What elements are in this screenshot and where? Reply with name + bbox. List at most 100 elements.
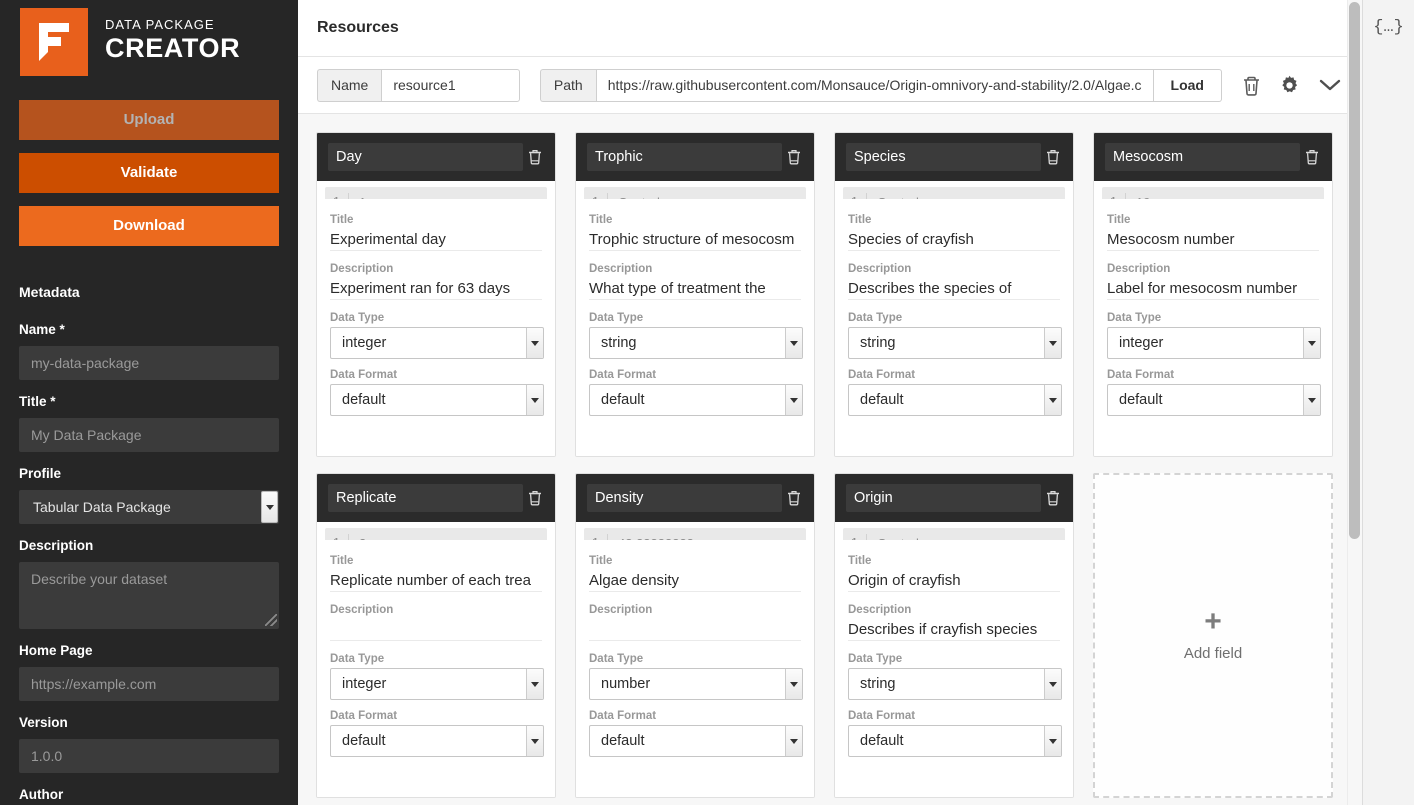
resource-name-input[interactable]: resource1 [381,68,521,102]
field-dataformat-select[interactable]: default [1107,384,1321,416]
field-description-value[interactable] [330,619,542,641]
add-field-label: Add field [1183,645,1243,662]
field-description-value[interactable]: Label for mesocosm number [1107,278,1319,300]
field-datatype-select[interactable]: integer [330,327,544,359]
trash-icon[interactable] [523,149,547,165]
trash-icon[interactable] [1242,75,1261,96]
field-name-input[interactable]: Origin [846,484,1041,512]
package-title-input[interactable] [19,418,279,452]
gear-icon[interactable] [1279,75,1300,96]
field-title-value[interactable]: Experimental day [330,229,542,251]
field-name-input[interactable]: Day [328,143,523,171]
field-dataformat-row: Data Format default [589,707,803,757]
metadata-form: Metadata Name * Title * Profile Tabular … [0,259,298,805]
main-scrollbar[interactable] [1347,0,1362,805]
field-card-body: Title Origin of crayfish Description Descri… [835,540,1073,797]
field-datatype-select[interactable]: string [589,327,803,359]
right-rail: {…} [1362,0,1414,805]
field-title-value[interactable]: Species of crayfish [848,229,1060,251]
field-datatype-select[interactable]: string [848,668,1062,700]
chevron-down-icon[interactable] [526,669,543,699]
field-dataformat-label: Data Format [848,710,916,722]
field-title-row: Title Experimental day [330,211,542,251]
resource-tool-icons [1242,75,1342,96]
package-version-input[interactable] [19,739,279,773]
profile-select[interactable]: Tabular Data Package [19,490,279,524]
field-dataformat-select[interactable]: default [330,384,544,416]
add-field-button[interactable]: + Add field [1093,473,1333,798]
field-datatype-select[interactable]: string [848,327,1062,359]
chevron-down-icon[interactable] [261,491,278,523]
field-title-value[interactable]: Mesocosm number [1107,229,1319,251]
trash-icon[interactable] [782,149,806,165]
trash-icon[interactable] [523,490,547,506]
field-datatype-select[interactable]: integer [330,668,544,700]
field-dataformat-select[interactable]: default [330,725,544,757]
chevron-down-icon[interactable] [1044,385,1061,415]
chevron-down-icon[interactable] [785,385,802,415]
field-dataformat-select[interactable]: default [589,725,803,757]
field-datatype-label: Data Type [330,653,385,665]
chevron-down-icon[interactable] [785,328,802,358]
trash-icon[interactable] [782,490,806,506]
field-title-row: Title Species of crayfish [848,211,1060,251]
upload-button[interactable]: Upload [19,100,279,140]
json-view-toggle-icon[interactable]: {…} [1373,18,1404,805]
field-datatype-row: Data Type number [589,650,803,700]
trash-icon[interactable] [1041,149,1065,165]
field-title-label: Title [330,214,354,226]
field-dataformat-value: default [848,725,1062,757]
chevron-down-icon[interactable] [785,726,802,756]
trash-icon[interactable] [1300,149,1324,165]
field-description-value[interactable] [589,619,801,641]
field-dataformat-value: default [1107,384,1321,416]
chevron-down-icon[interactable] [1318,77,1342,93]
page-title: Resources [317,19,399,36]
chevron-down-icon[interactable] [1303,385,1320,415]
field-dataformat-select[interactable]: default [589,384,803,416]
field-name-input[interactable]: Mesocosm [1105,143,1300,171]
chevron-down-icon[interactable] [1044,328,1061,358]
field-datatype-label: Data Type [330,312,385,324]
chevron-down-icon[interactable] [526,328,543,358]
validate-button[interactable]: Validate [19,153,279,193]
chevron-down-icon[interactable] [1044,726,1061,756]
main-scrollbar-thumb[interactable] [1349,2,1360,539]
load-button[interactable]: Load [1153,68,1222,102]
field-datatype-row: Data Type integer [1107,309,1321,359]
package-name-input[interactable] [19,346,279,380]
chevron-down-icon[interactable] [1044,669,1061,699]
download-button[interactable]: Download [19,206,279,246]
field-description-row: Description Describes if crayfish species [848,601,1060,641]
field-description-value[interactable]: Describes if crayfish species [848,619,1060,641]
field-datatype-select[interactable]: integer [1107,327,1321,359]
field-dataformat-select[interactable]: default [848,725,1062,757]
resource-path-input[interactable]: https://raw.githubusercontent.com/Monsau… [595,68,1154,102]
chevron-down-icon[interactable] [785,669,802,699]
field-name-input[interactable]: Replicate [328,484,523,512]
package-homepage-input[interactable] [19,667,279,701]
chevron-down-icon[interactable] [526,385,543,415]
chevron-down-icon[interactable] [526,726,543,756]
field-title-value[interactable]: Trophic structure of mesocosm [589,229,801,251]
field-title-value[interactable]: Algae density [589,570,801,592]
field-description-value[interactable]: What type of treatment the [589,278,801,300]
chevron-down-icon[interactable] [1303,328,1320,358]
field-card-header: Origin [835,474,1073,522]
field-card-header: Species [835,133,1073,181]
field-name-input[interactable]: Species [846,143,1041,171]
field-name-input[interactable]: Trophic [587,143,782,171]
brand-header: DATA PACKAGE CREATOR [0,0,298,76]
field-name-input[interactable]: Density [587,484,782,512]
field-title-value[interactable]: Replicate number of each trea [330,570,542,592]
field-datatype-select[interactable]: number [589,668,803,700]
field-dataformat-select[interactable]: default [848,384,1062,416]
field-description-value[interactable]: Experiment ran for 63 days [330,278,542,300]
resource-name-addon: Name [317,68,382,102]
package-description-input[interactable] [19,562,279,629]
field-title-value[interactable]: Origin of crayfish [848,570,1060,592]
field-dataformat-row: Data Format default [848,707,1062,757]
trash-icon[interactable] [1041,490,1065,506]
field-description-value[interactable]: Describes the species of [848,278,1060,300]
field-card: Day11TitleExperimental dayDescriptionExp… [316,132,556,457]
